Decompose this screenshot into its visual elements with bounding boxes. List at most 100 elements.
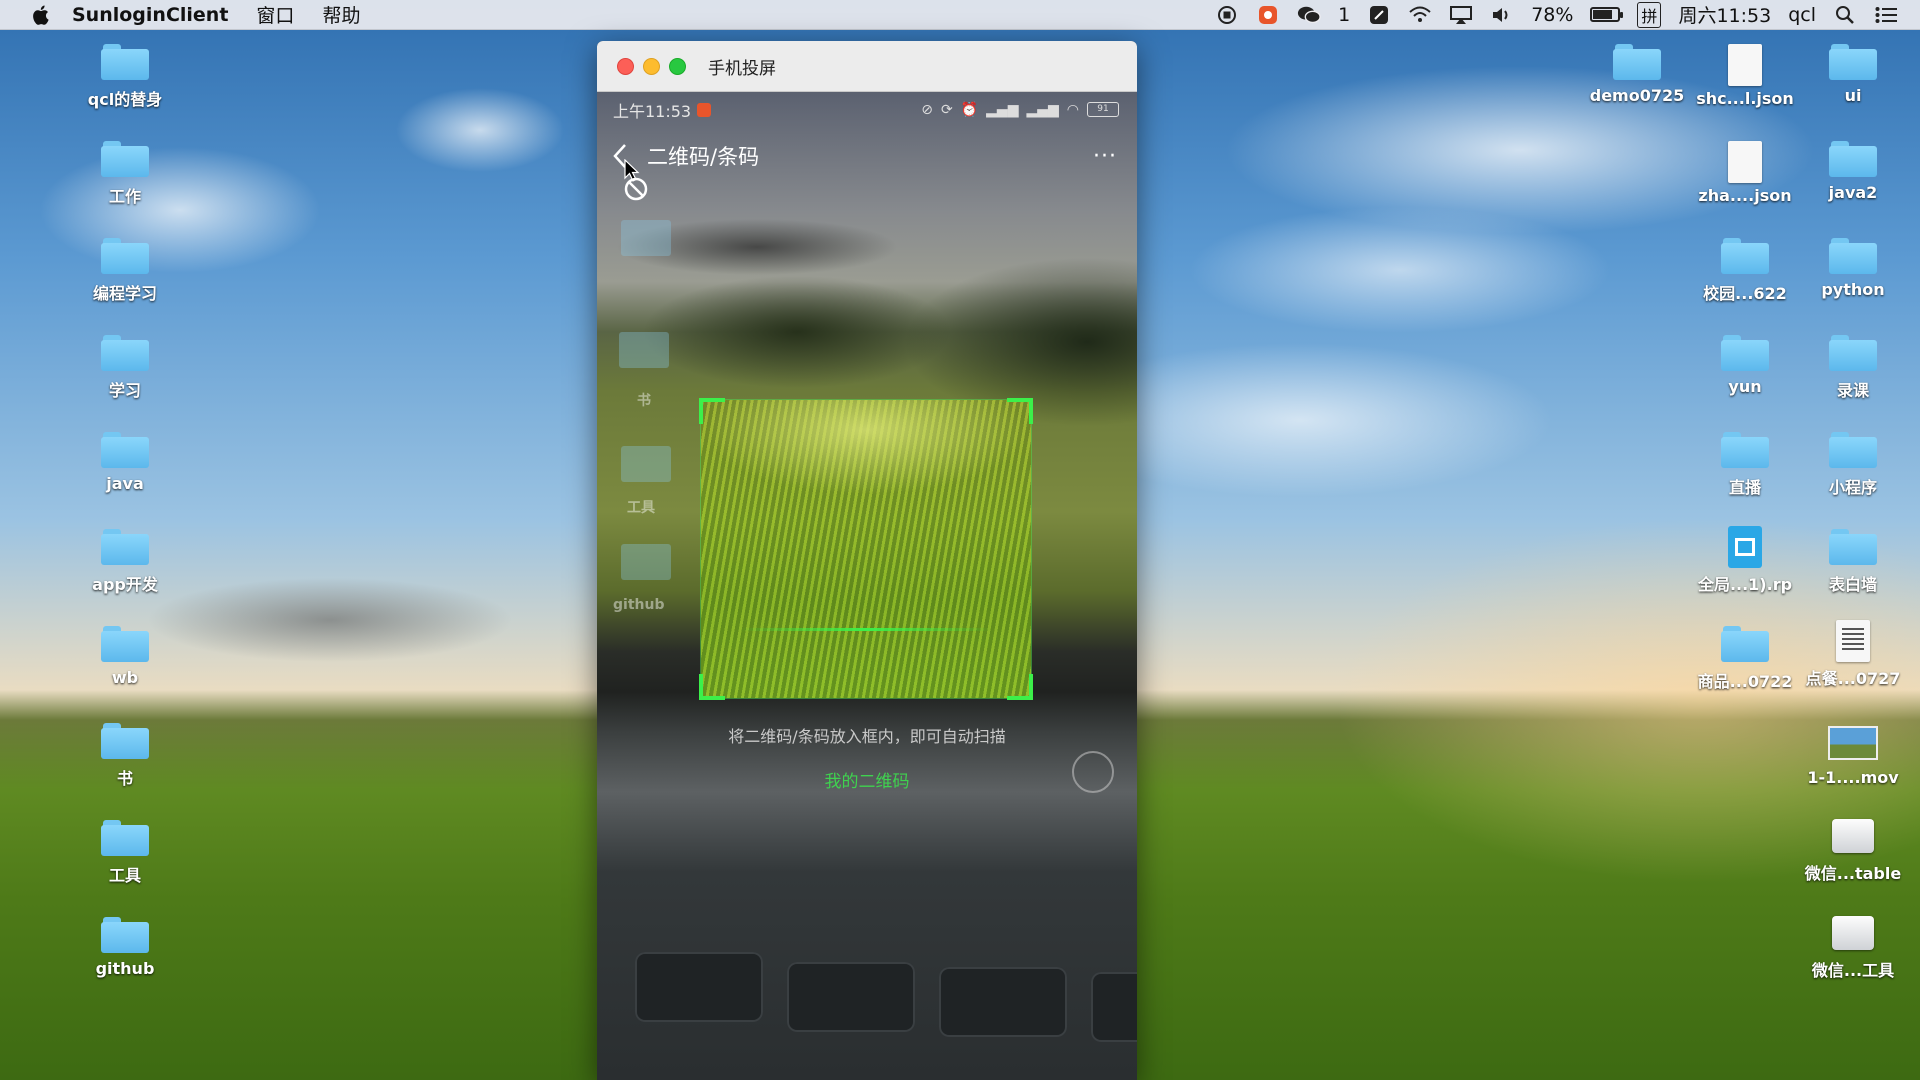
desktop-item[interactable]: 小程序 — [1801, 432, 1905, 498]
desktop-item-label: github — [95, 959, 155, 978]
reflected-folder-icon — [621, 220, 671, 256]
notification-center-icon[interactable] — [1874, 5, 1898, 25]
minimize-button[interactable] — [643, 57, 660, 75]
desktop-item[interactable]: 表白墙 — [1801, 529, 1905, 595]
desktop-item-label: 工作 — [108, 187, 141, 206]
document-icon — [1728, 44, 1762, 86]
desktop-item-label: 微信...工具 — [1811, 961, 1895, 980]
desktop-item[interactable]: 点餐...0727 — [1801, 620, 1905, 689]
input-method-indicator[interactable]: 拼 — [1637, 1, 1662, 28]
desktop-item[interactable]: 微信...table — [1801, 815, 1905, 884]
desktop-item[interactable]: 工作 — [73, 141, 177, 207]
zoom-button[interactable] — [669, 57, 686, 75]
reflected-label: github — [613, 597, 665, 613]
desktop-item[interactable]: java — [73, 432, 177, 493]
menu-bar: SunloginClient 窗口 帮助 1 78% 拼 周六11:53 qcl — [0, 0, 1920, 30]
desktop-item[interactable]: 直播 — [1693, 432, 1797, 498]
menubar-user[interactable]: qcl — [1788, 4, 1816, 26]
wechat-icon[interactable] — [1297, 5, 1321, 25]
folder-icon — [101, 529, 149, 565]
desktop-item-label: app开发 — [92, 575, 158, 594]
reflected-folder-icon — [619, 332, 669, 368]
airplay-icon[interactable] — [1449, 5, 1473, 25]
phone-battery-icon: 91 — [1087, 102, 1119, 117]
battery-icon[interactable] — [1590, 7, 1624, 22]
volume-icon[interactable] — [1490, 5, 1514, 25]
folder-icon — [101, 917, 149, 953]
folder-icon — [1829, 529, 1877, 565]
notes-icon[interactable] — [1367, 5, 1391, 25]
desktop-item[interactable]: github — [73, 917, 177, 978]
folder-icon — [1721, 432, 1769, 468]
folder-icon — [1829, 141, 1877, 177]
desktop-item[interactable]: app开发 — [73, 529, 177, 595]
desktop-item[interactable]: 商品...0722 — [1693, 626, 1797, 692]
phone-notification-icon — [697, 103, 712, 117]
link-icon: ⊘ — [921, 102, 933, 118]
desktop-item[interactable]: qcl的替身 — [73, 44, 177, 110]
folder-icon — [101, 820, 149, 856]
app-menu[interactable]: SunloginClient — [72, 4, 228, 26]
menu-help[interactable]: 帮助 — [322, 1, 360, 28]
scan-line — [741, 628, 991, 631]
folder-icon — [1829, 44, 1877, 80]
desktop-item[interactable]: 录课 — [1801, 335, 1905, 401]
desktop-item[interactable]: zha....json — [1693, 141, 1797, 205]
desktop-item[interactable]: 学习 — [73, 335, 177, 401]
text-document-icon — [1836, 620, 1870, 662]
desktop-item[interactable]: demo0725 — [1585, 44, 1689, 105]
battery-percent: 78% — [1531, 3, 1574, 26]
desktop-item-label: java — [106, 474, 144, 493]
desktop-item-label: 全局...1).rp — [1697, 575, 1793, 594]
desktop-item[interactable]: ui — [1801, 44, 1905, 105]
desktop-item[interactable]: java2 — [1801, 141, 1905, 202]
desktop-item-label: shc...l.json — [1696, 89, 1794, 108]
desktop-item[interactable]: 工具 — [73, 820, 177, 886]
desktop-item-label: 点餐...0727 — [1805, 669, 1901, 688]
more-options-icon[interactable]: ··· — [1093, 144, 1117, 169]
menubar-clock[interactable]: 周六11:53 — [1678, 1, 1771, 28]
desktop-item-label: 表白墙 — [1828, 575, 1877, 594]
desktop-item[interactable]: 校园...622 — [1693, 238, 1797, 304]
flashlight-button[interactable] — [1072, 751, 1114, 793]
document-icon — [1728, 141, 1762, 183]
desktop-item[interactable]: python — [1801, 238, 1905, 299]
scan-hint: 将二维码/条码放入框内，即可自动扫描 — [728, 727, 1006, 746]
desktop-item[interactable]: yun — [1693, 335, 1797, 396]
spotlight-search-icon[interactable] — [1833, 5, 1857, 25]
close-button[interactable] — [617, 57, 634, 75]
screen-mirror-window[interactable]: 手机投屏 上午11:53 ⊘ ⟳ ⏰ ▂▄▆ ▂▄▆ ◠ 91 二维码/条码 ·… — [597, 41, 1137, 1080]
reflected-keyboard-key — [787, 962, 915, 1032]
apple-menu-icon[interactable] — [30, 4, 50, 26]
reflected-folder-icon — [621, 544, 671, 580]
sync-icon: ⟳ — [940, 102, 953, 118]
wechat-unread-count: 1 — [1338, 3, 1351, 26]
desktop-item[interactable]: 微信...工具 — [1801, 912, 1905, 981]
desktop-item[interactable]: 全局...1).rp — [1693, 526, 1797, 595]
desktop-item[interactable]: 编程学习 — [73, 238, 177, 304]
window-titlebar[interactable]: 手机投屏 — [597, 41, 1137, 92]
desktop-item[interactable]: shc...l.json — [1693, 44, 1797, 108]
record-icon[interactable] — [1215, 5, 1239, 25]
menu-window[interactable]: 窗口 — [256, 1, 294, 28]
alarm-icon: ⏰ — [960, 102, 979, 118]
reflected-label: 工具 — [627, 500, 655, 516]
sunlogin-tray-icon[interactable] — [1256, 5, 1280, 25]
desktop-item-label: java2 — [1828, 183, 1878, 202]
desktop-item[interactable]: wb — [73, 626, 177, 687]
not-allowed-icon — [624, 177, 648, 201]
wifi-icon[interactable] — [1408, 5, 1432, 25]
desktop-item-label: 编程学习 — [92, 284, 157, 303]
reflected-label: 书 — [637, 393, 651, 409]
desktop-item-label: 学习 — [108, 381, 141, 400]
my-qr-code-link[interactable]: 我的二维码 — [597, 767, 1137, 792]
folder-icon — [1613, 44, 1661, 80]
window-title: 手机投屏 — [708, 58, 776, 79]
desktop-item-label: 1-1....mov — [1807, 768, 1899, 787]
desktop-item-label: qcl的替身 — [87, 90, 163, 109]
desktop-item[interactable]: 1-1....mov — [1801, 720, 1905, 787]
scan-corner — [1007, 398, 1033, 424]
desktop-item[interactable]: 书 — [73, 723, 177, 789]
phone-screen[interactable]: 上午11:53 ⊘ ⟳ ⏰ ▂▄▆ ▂▄▆ ◠ 91 二维码/条码 ··· 书 … — [597, 92, 1137, 1080]
movie-thumbnail-icon — [1828, 726, 1878, 760]
